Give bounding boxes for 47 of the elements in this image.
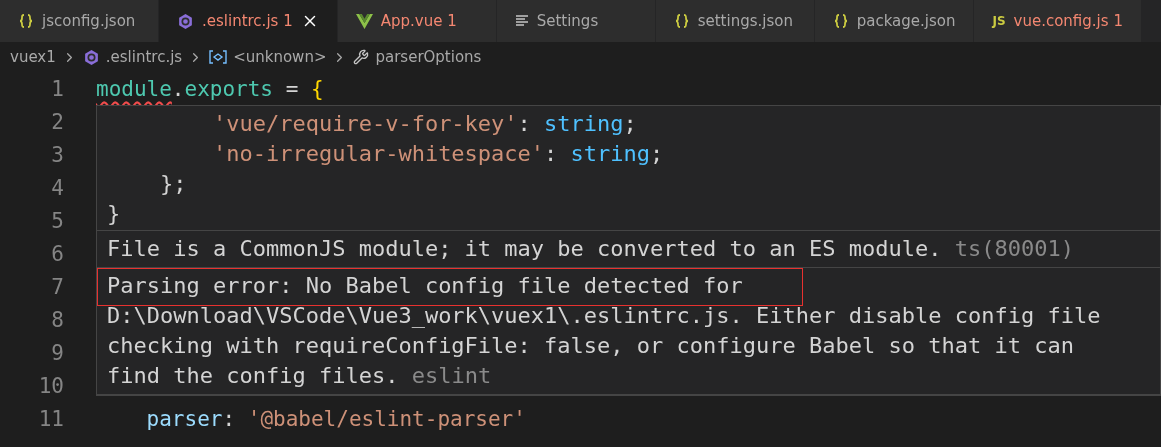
lines-icon (514, 14, 529, 28)
breadcrumb-item[interactable]: .eslintrc.js (105, 48, 183, 66)
editor-tab[interactable]: JS vue.config.js 1 (974, 0, 1142, 42)
code-line: }; (158, 169, 188, 198)
tab-label: jsconfig.json (42, 12, 136, 30)
vue-logo-icon (355, 13, 373, 29)
line-number: 10 (37, 373, 64, 398)
code-line: } (106, 199, 122, 228)
editor-tab[interactable]: jsconfig.json (0, 0, 159, 42)
breadcrumb-item[interactable]: <unknown> (233, 48, 327, 66)
hexagon-icon (82, 48, 100, 66)
js-icon: JS (992, 14, 1006, 28)
breadcrumb-item[interactable]: vuex1 (10, 48, 56, 66)
line-number: 1 (50, 76, 64, 101)
code-line: module.exports = { (96, 76, 324, 101)
diagnostic-message: Parsing error: No Babel config file detected for D:\Download\VSCode\Vue3_work\vuex1\.eslintrc.js. Either disable config file checking with requireConfigFile: false, or configure Babel so that it can find the config files. eslint (107, 272, 1102, 390)
editor-tab[interactable]: settings.json (655, 0, 815, 42)
tab-label: App.vue 1 (380, 12, 457, 30)
code-line: parser: '@babel/eslint-parser' (145, 406, 526, 431)
line-number: 4 (50, 175, 64, 200)
tab-label: Settings (536, 12, 599, 30)
braces-icon (18, 13, 34, 29)
braces-icon (832, 13, 849, 29)
line-number: 5 (50, 208, 64, 233)
variable-icon (209, 50, 228, 64)
tab-label: package.json (856, 12, 956, 30)
editor-tab[interactable]: App.vue 1 (337, 0, 497, 42)
editor-tab[interactable]: Settings (496, 0, 656, 42)
line-number: 3 (50, 142, 64, 167)
breadcrumb-item[interactable]: parserOptions (375, 48, 482, 66)
tab-label: .eslintrc.js 1 (202, 12, 293, 30)
tab-label: vue.config.js 1 (1013, 12, 1123, 30)
editor-tab[interactable]: package.json (814, 0, 975, 42)
wrench-icon (353, 49, 370, 65)
tab-label: settings.json (697, 12, 793, 30)
line-number: 8 (50, 307, 64, 332)
line-number: 2 (50, 109, 64, 134)
line-number: 7 (50, 274, 64, 299)
line-number: 6 (50, 241, 64, 266)
code-line: 'vue/require-v-for-key': string; (211, 109, 638, 138)
code-line: 'no-irregular-whitespace': string; (211, 139, 665, 168)
line-number: 11 (37, 406, 64, 431)
braces-icon (673, 13, 690, 29)
line-number: 9 (50, 340, 64, 365)
diagnostic-message: File is a CommonJS module; it may be converted to an ES module. ts(80001) (107, 235, 1075, 263)
editor-tab[interactable]: .eslintrc.js 1 (159, 0, 338, 42)
hexagon-icon (177, 12, 194, 30)
